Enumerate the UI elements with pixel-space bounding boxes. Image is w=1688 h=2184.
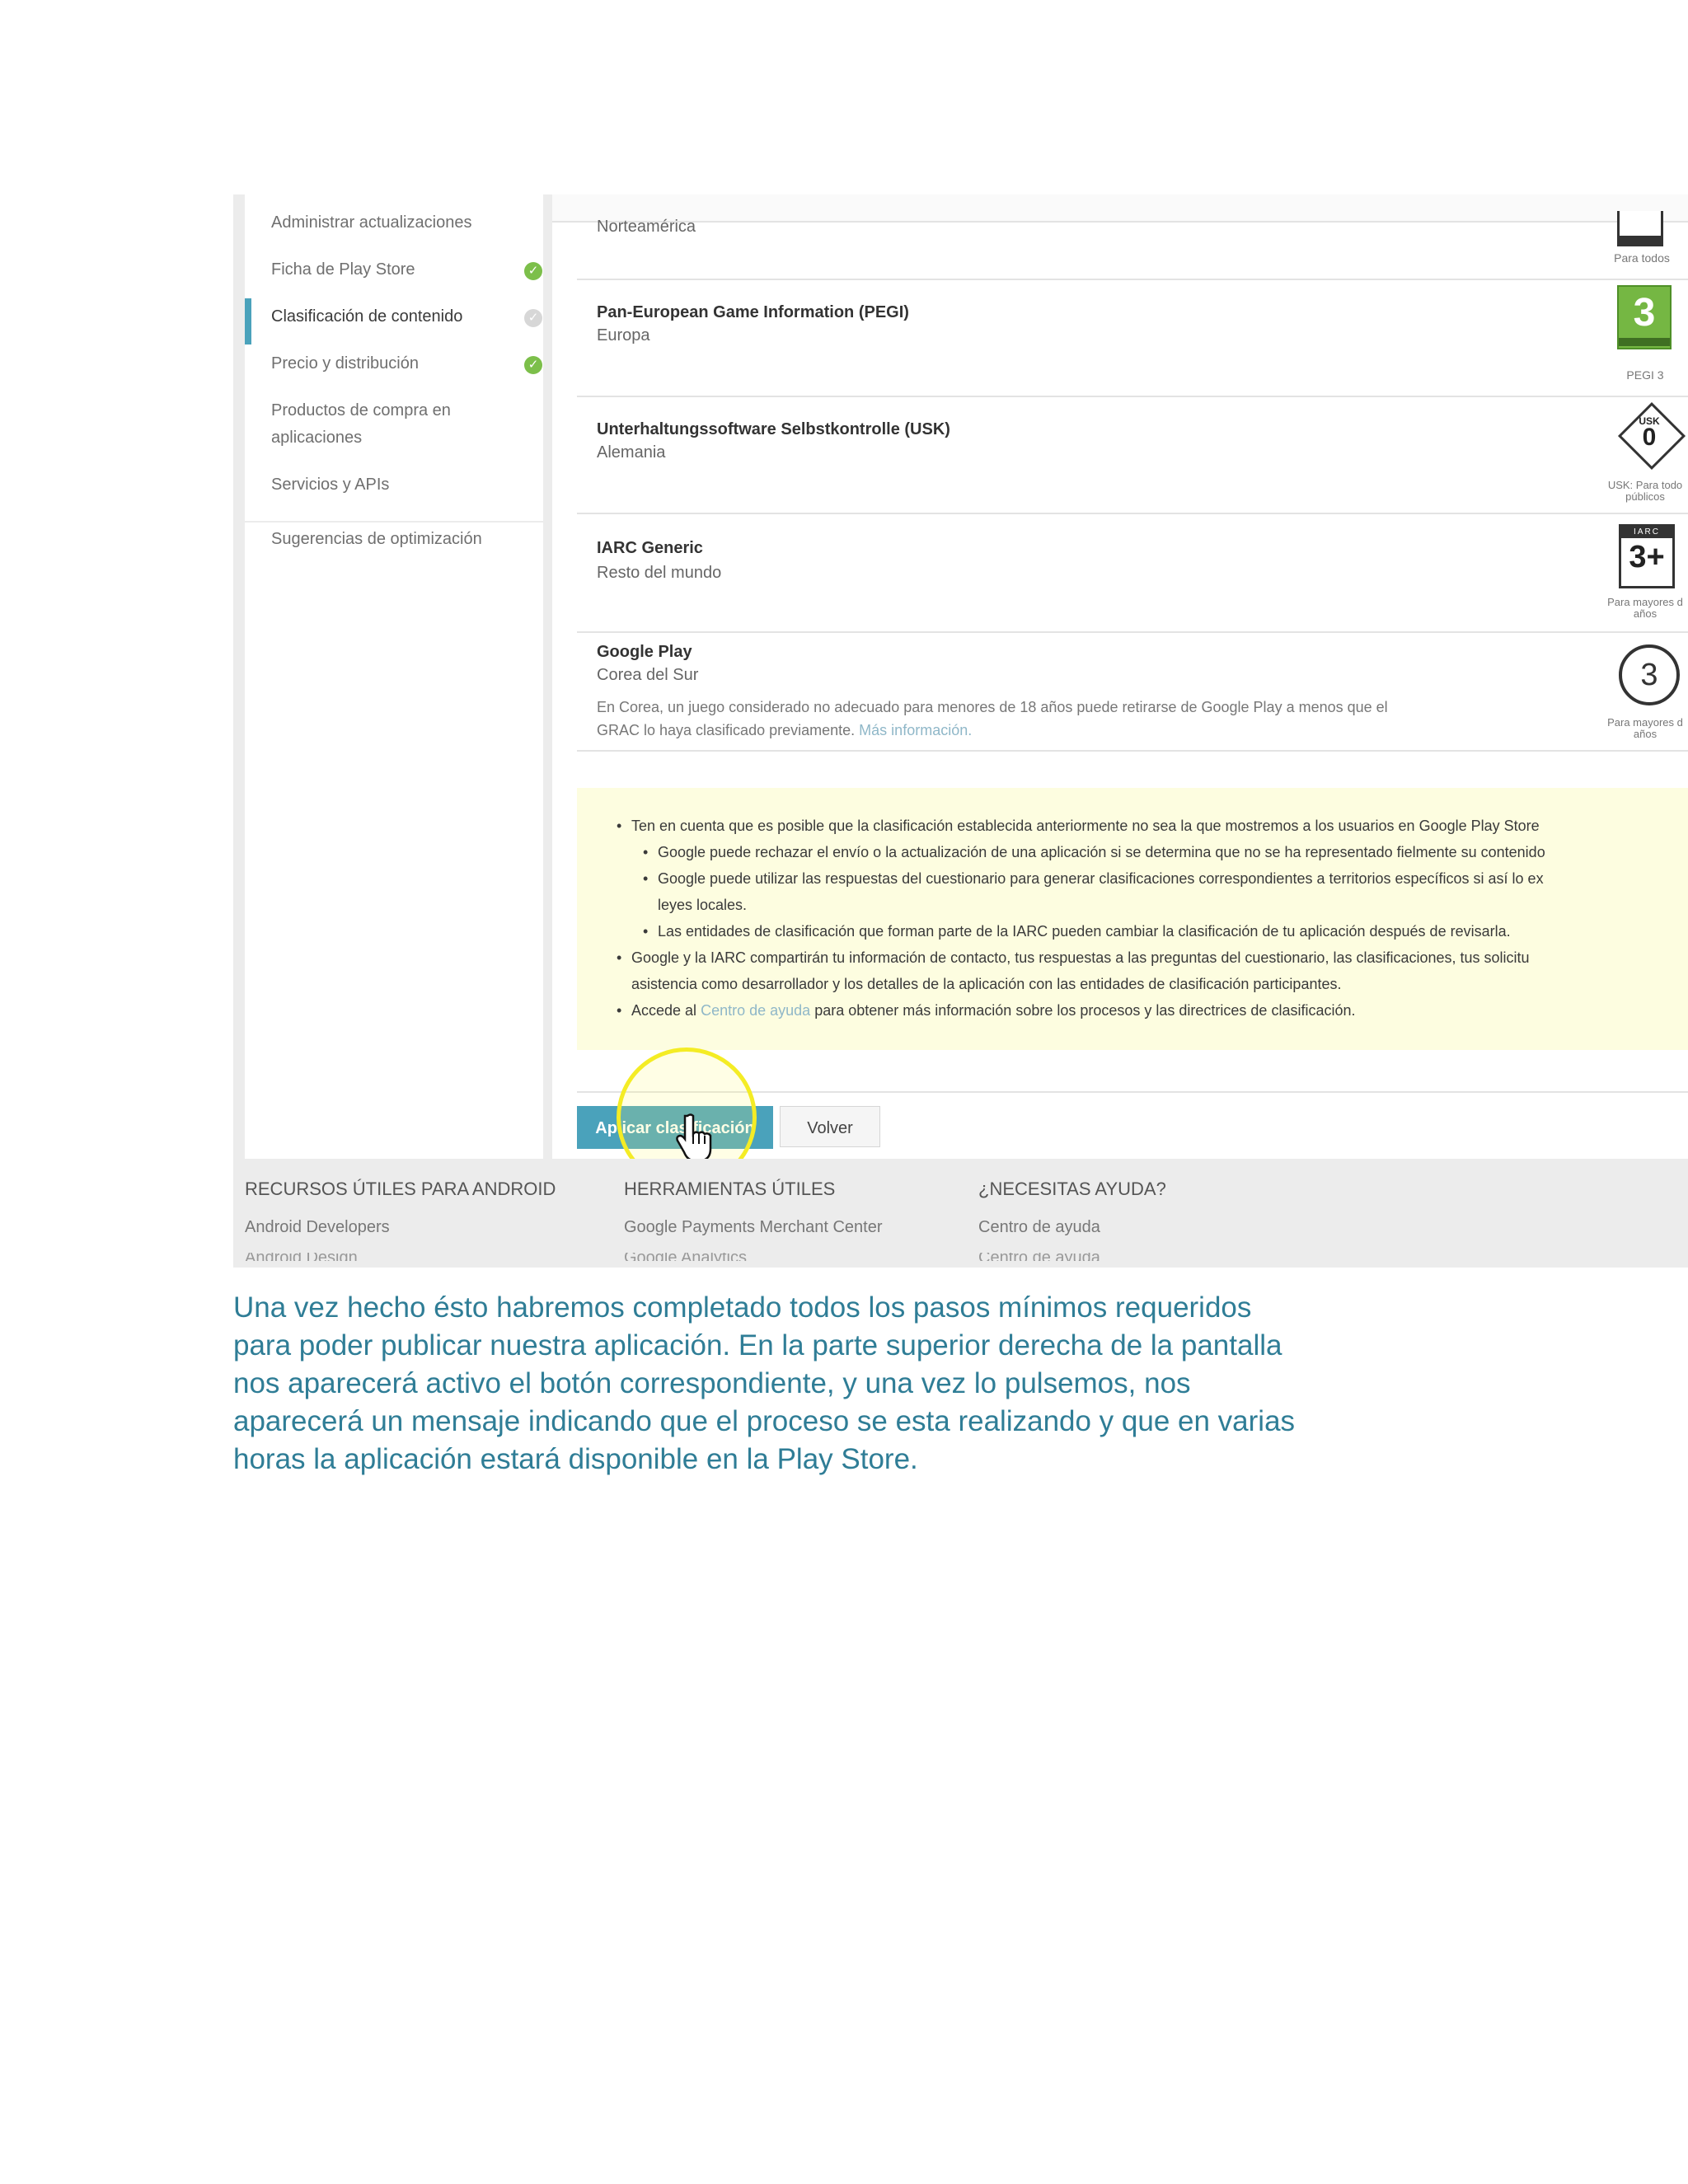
rating-region: Resto del mundo [597,564,722,582]
rating-row-esrb: Norteamérica Para todos [577,194,1688,280]
google-play-3-badge-icon: 3 [1619,644,1680,705]
rating-region: Corea del Sur [597,666,699,684]
rating-row-iarc: IARC Generic Resto del mundo IARC 3+ Par… [577,513,1688,633]
footer-heading: RECURSOS ÚTILES PARA ANDROID [245,1179,556,1199]
rating-row-pegi: Pan-European Game Information (PEGI) Eur… [577,279,1688,397]
iarc-badge-label: IARC [1621,527,1672,538]
console-footer: RECURSOS ÚTILES PARA ANDROID Android Dev… [233,1159,1688,1268]
notice-line: • Accede al Centro de ayuda para obtener … [617,1002,1356,1019]
notice-line: • Ten en cuenta que es posible que la cla… [617,818,1540,834]
notice-line: asistencia como desarrollador y los deta… [631,976,1342,992]
notice-text: para obtener más información sobre los p… [814,1002,1356,1019]
notice-text: Ten en cuenta que es posible que la clas… [631,818,1540,834]
notice-line: • Google puede utilizar las respuestas de… [643,870,1544,887]
sidebar-divider [245,521,543,523]
footer-link[interactable]: Centro de ayuda [978,1218,1100,1237]
rating-title: Unterhaltungssoftware Selbstkontrolle (U… [597,420,950,438]
paragraph-line: aparecerá un mensaje indicando que el pr… [233,1405,1296,1437]
pending-check-icon: ✓ [524,309,542,327]
notice-text: Google y la IARC compartirán tu informac… [631,949,1530,966]
rating-title: Google Play [597,643,692,661]
iarc-3-badge-icon: IARC 3+ [1619,524,1675,588]
paragraph-line: para poder publicar nuestra aplicación. … [233,1329,1282,1361]
rating-caption: PEGI 3 [1626,368,1664,382]
rating-region: Norteamérica [597,218,696,236]
notice-text: Las entidades de clasificación que forma… [658,923,1511,940]
rating-caption: Para mayores d [1607,596,1683,608]
iarc-badge-value: 3+ [1629,540,1665,574]
rating-caption-line2: años [1633,607,1658,620]
sidebar-item-label: Sugerencias de optimización [271,530,482,548]
rating-region: Alemania [597,443,666,462]
rating-caption: Para todos [1614,251,1670,265]
notice-line: • Las entidades de clasificación que form… [643,923,1511,940]
paragraph-line: nos aparecerá activo el botón correspond… [233,1367,1191,1399]
rating-caption: USK: Para todo [1607,479,1683,491]
notice-text: Google puede rechazar el envío o la actu… [658,844,1545,860]
rating-row-usk: Unterhaltungssoftware Selbstkontrolle (U… [577,396,1688,514]
sidebar-item-label: Servicios y APIs [271,476,390,494]
rating-notice-box: • Ten en cuenta que es posible que la cla… [577,788,1688,1050]
rating-row-google-play: Google Play Corea del Sur En Corea, un j… [577,631,1688,752]
console-screenshot: Administrar actualizaciones Ficha de Pla… [233,194,1688,1268]
footer-link-cut[interactable]: Android Design [245,1253,358,1261]
check-icon: ✓ [524,356,542,374]
footer-link[interactable]: Google Payments Merchant Center [624,1218,883,1237]
rating-title: IARC Generic [597,539,703,557]
esrb-icon [1617,211,1663,246]
notice-line: leyes locales. [658,897,748,913]
footer-heading: ¿NECESITAS AYUDA? [978,1179,1166,1199]
footer-heading: HERRAMIENTAS ÚTILES [624,1179,836,1199]
rating-note-line2: GRAC lo haya clasificado previamente. [597,722,856,738]
footer-link-cut[interactable]: Google Analytics [624,1253,747,1261]
notice-text: Accede al [631,1002,697,1019]
footer-link[interactable]: Android Developers [245,1218,390,1237]
footer-link-cut[interactable]: Centro de ayuda [978,1253,1100,1261]
rating-caption-line2: públicos [1625,490,1665,503]
back-button[interactable]: Volver [780,1106,880,1147]
sidebar-item-label: Ficha de Play Store [271,260,415,279]
notice-text: Google puede utilizar las respuestas del… [658,870,1544,887]
notice-line: • Google puede rechazar el envío o la act… [643,844,1545,860]
check-icon: ✓ [524,262,542,280]
more-info-link[interactable]: Más información. [859,722,972,738]
usk-badge-value: 0 [1642,424,1657,451]
rating-note: En Corea, un juego considerado no adecua… [597,696,1520,742]
sidebar-item-label: Clasificación de contenido [271,307,463,326]
rating-caption: Para mayores d [1607,716,1683,729]
pegi-badge-value: 3 [1633,291,1656,335]
sidebar-item-label: Productos de compra en [271,401,451,419]
sidebar-nav: Administrar actualizaciones Ficha de Pla… [245,194,543,1159]
sidebar-item-label: Administrar actualizaciones [271,213,472,232]
rating-region: Europa [597,326,650,344]
paragraph-line: Una vez hecho ésto habremos completado t… [233,1291,1252,1324]
rating-caption-line2: años [1633,728,1658,740]
sidebar-item-label: Precio y distribución [271,354,419,373]
rating-title: Pan-European Game Information (PEGI) [597,303,909,321]
sidebar-item-label: aplicaciones [271,429,363,447]
notice-line: • Google y la IARC compartirán tu informa… [617,949,1530,966]
hand-cursor-icon [676,1113,712,1162]
help-center-link[interactable]: Centro de ayuda [701,1002,810,1019]
content-rating-panel: Norteamérica Para todos Pan-European Gam… [552,194,1688,1159]
pegi-3-badge-icon: 3 [1617,285,1672,349]
instruction-paragraph: Una vez hecho ésto habremos completado t… [233,1289,1486,1479]
rating-note-line1: En Corea, un juego considerado no adecua… [597,699,1388,715]
paragraph-line: horas la aplicación estará disponible en… [233,1443,918,1475]
